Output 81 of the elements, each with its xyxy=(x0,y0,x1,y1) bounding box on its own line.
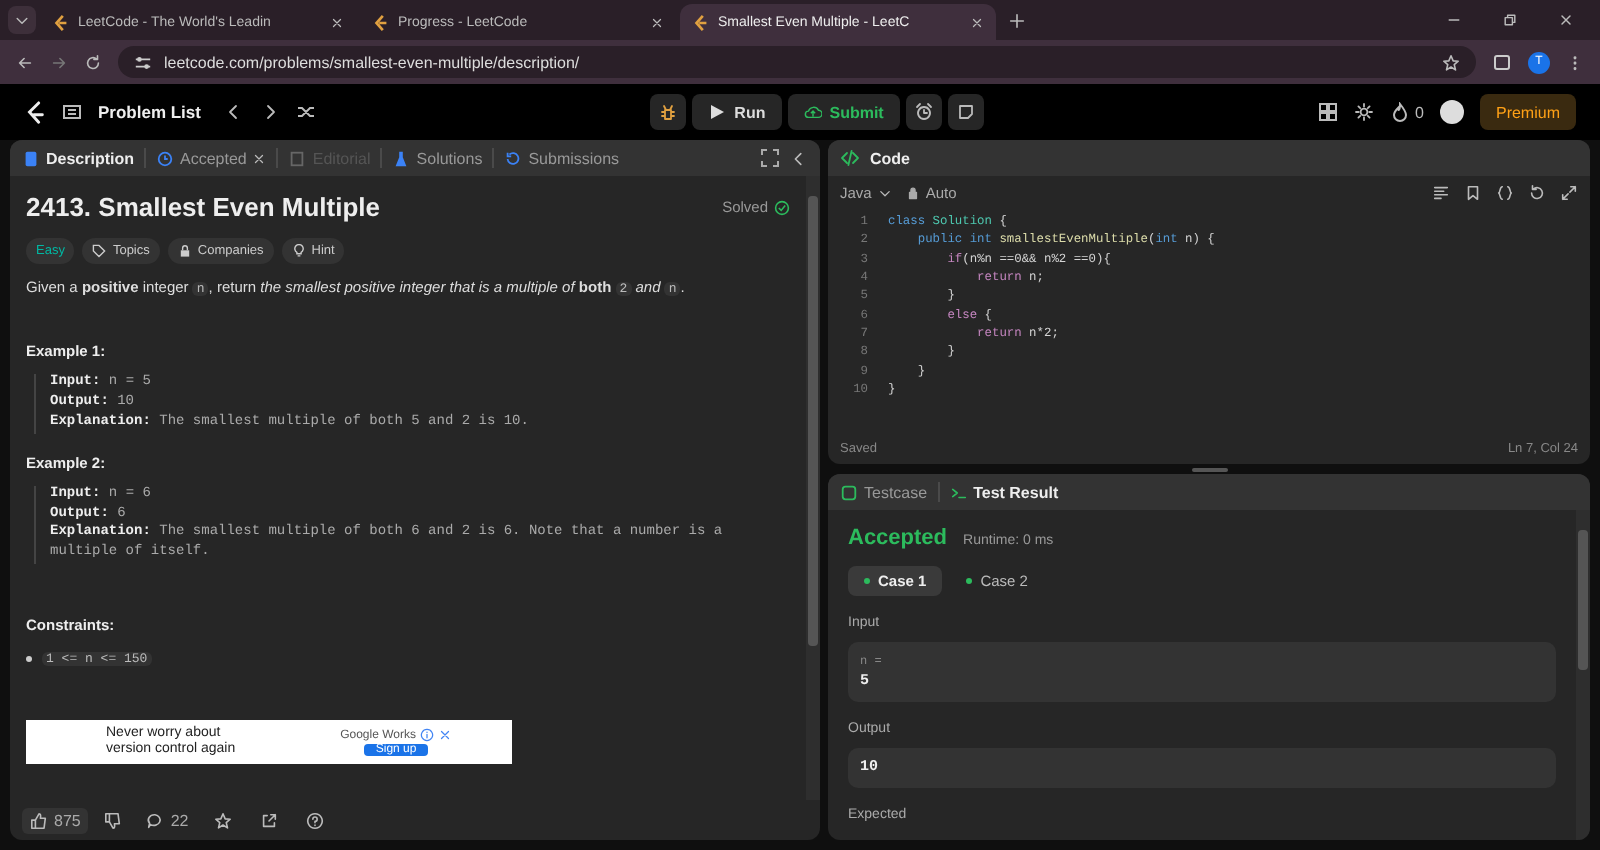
alarm-clock-icon xyxy=(913,102,934,122)
panel-tab[interactable]: Testcase xyxy=(840,483,928,501)
format-icon[interactable] xyxy=(1432,183,1450,201)
panel-title: Code xyxy=(870,149,910,167)
address-field[interactable]: leetcode.com/problems/smallest-even-multiple/description/ xyxy=(118,46,1476,78)
site-logo-icon xyxy=(692,13,710,31)
shuffle-icon[interactable] xyxy=(296,102,317,122)
chevron-down-icon xyxy=(877,185,892,199)
bookmark-icon[interactable] xyxy=(1464,183,1482,201)
expand-icon[interactable] xyxy=(1560,183,1578,201)
reload-icon[interactable] xyxy=(84,53,102,71)
comments-button[interactable]: 22 xyxy=(138,807,197,833)
document-icon xyxy=(22,149,40,167)
debug-button[interactable] xyxy=(650,94,687,130)
clock-icon xyxy=(156,149,175,167)
resize-handle[interactable] xyxy=(1191,467,1227,471)
panel-tab[interactable]: Test Result xyxy=(949,483,1059,501)
flame-icon[interactable] xyxy=(1389,102,1410,122)
flask-icon xyxy=(392,149,411,167)
reset-icon[interactable] xyxy=(1528,183,1546,201)
note-icon xyxy=(955,102,976,122)
play-icon xyxy=(708,104,727,120)
info-icon[interactable] xyxy=(420,728,434,743)
share-icon[interactable] xyxy=(260,811,279,829)
avatar-circle[interactable] xyxy=(1439,100,1464,124)
close-icon[interactable] xyxy=(1558,12,1574,28)
braces-icon[interactable] xyxy=(1496,183,1514,201)
layout-icon[interactable] xyxy=(1317,102,1338,122)
collapse-icon[interactable] xyxy=(790,149,808,167)
chevron-down-icon xyxy=(14,12,30,28)
site-logo-icon xyxy=(52,13,70,31)
fullscreen-icon[interactable] xyxy=(760,148,780,168)
terminal-icon xyxy=(949,483,968,501)
check-circle-icon xyxy=(774,199,790,215)
list-icon[interactable] xyxy=(62,102,82,122)
bullet-icon xyxy=(26,656,32,663)
site-logo-icon xyxy=(372,13,390,31)
comment-icon xyxy=(146,811,165,829)
lightbulb-icon xyxy=(291,244,306,258)
timer-button[interactable] xyxy=(905,94,942,130)
help-icon[interactable] xyxy=(306,811,325,829)
panel-tab[interactable]: Solutions xyxy=(392,149,483,167)
run-button[interactable]: Run xyxy=(692,94,782,130)
logo-icon[interactable] xyxy=(24,99,46,125)
close-tab-icon[interactable] xyxy=(970,15,984,29)
notes-button[interactable] xyxy=(947,94,984,130)
premium-button[interactable]: Premium xyxy=(1479,94,1576,130)
submit-button[interactable]: Submit xyxy=(787,94,900,130)
history-icon xyxy=(504,149,523,167)
tab-list-button[interactable] xyxy=(8,6,36,34)
star-icon[interactable] xyxy=(214,811,233,829)
close-tab-icon[interactable] xyxy=(650,15,664,29)
star-icon[interactable] xyxy=(1442,53,1460,71)
panel-tab[interactable]: Submissions xyxy=(504,149,620,167)
verdict-text: Accepted xyxy=(848,526,948,550)
restore-icon[interactable] xyxy=(1502,12,1518,28)
site-info-icon[interactable] xyxy=(134,53,152,71)
thumbs-down-icon xyxy=(104,811,123,829)
problem-title: 2413. Smallest Even Multiple xyxy=(26,192,383,222)
thumbs-up-icon xyxy=(30,811,48,829)
new-tab-icon[interactable] xyxy=(1008,11,1026,29)
forward-icon[interactable] xyxy=(50,53,68,71)
like-button[interactable]: 875 xyxy=(22,807,89,833)
scrollbar[interactable] xyxy=(1576,510,1590,840)
lock-icon xyxy=(177,244,192,258)
code-icon xyxy=(840,148,860,168)
tag-icon xyxy=(92,244,107,258)
panel-tab[interactable]: Description xyxy=(22,149,135,167)
close-tab-icon[interactable] xyxy=(252,151,267,165)
checkbox-icon xyxy=(840,483,858,501)
back-icon[interactable] xyxy=(16,53,34,71)
extensions-icon[interactable] xyxy=(1492,52,1512,72)
cloud-upload-icon xyxy=(803,104,822,120)
panel-tab[interactable]: Accepted xyxy=(156,149,267,167)
scrollbar[interactable] xyxy=(806,176,820,800)
close-tab-icon[interactable] xyxy=(330,15,344,29)
streak-count: 0 xyxy=(1415,103,1424,121)
bug-icon xyxy=(658,102,679,122)
book-icon xyxy=(288,149,307,167)
problem-list-link[interactable]: Problem List xyxy=(98,102,201,122)
lock-icon xyxy=(905,185,920,199)
